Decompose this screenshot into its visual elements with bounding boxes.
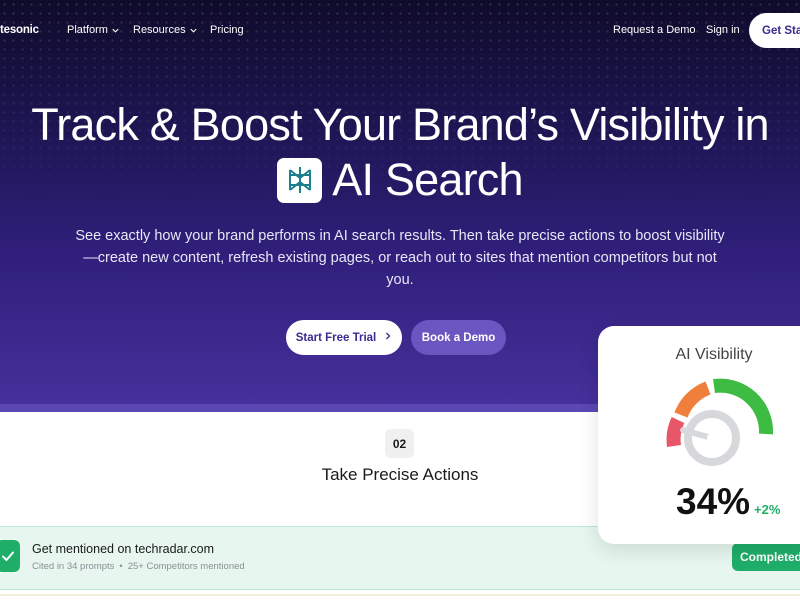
- nav-pricing[interactable]: Pricing: [210, 24, 244, 36]
- gauge-segment-mid: [674, 381, 711, 418]
- gauge-segment-low: [666, 417, 685, 447]
- nav-platform-label: Platform: [67, 24, 108, 36]
- competitors-mentioned: 25+ Competitors mentioned: [127, 561, 245, 572]
- start-free-trial-button[interactable]: Start Free Trial: [286, 320, 402, 355]
- hero-title-line-1: Track & Boost Your Brand’s Visibility in: [31, 99, 769, 150]
- ai-visibility-title: AI Visibility: [675, 346, 753, 363]
- gauge-hub: [707, 433, 717, 443]
- nav-resources-label: Resources: [133, 24, 186, 36]
- meta-separator: •: [119, 561, 123, 572]
- ai-visibility-value: 34%: [676, 481, 751, 522]
- chevron-right-icon: [384, 331, 392, 344]
- nav-platform[interactable]: Platform: [67, 24, 120, 36]
- brand-logo[interactable]: tesonic: [0, 24, 39, 36]
- chevron-down-icon: [189, 26, 198, 35]
- step-number-badge: 02: [385, 429, 414, 458]
- hero-title-ai-search: AI Search: [332, 154, 523, 205]
- perplexity-logo-icon: [277, 157, 323, 203]
- cited-count: Cited in 34 prompts: [32, 561, 115, 572]
- nav-request-demo[interactable]: Request a Demo: [613, 24, 696, 36]
- book-demo-button[interactable]: Book a Demo: [411, 320, 506, 355]
- hero-subtitle: See exactly how your brand performs in A…: [75, 228, 725, 288]
- action-meta: Cited in 34 prompts • 25+ Competitors me…: [32, 561, 245, 572]
- get-started-button[interactable]: Get Sta: [749, 13, 800, 48]
- nav-sign-in[interactable]: Sign in: [706, 24, 740, 36]
- start-free-trial-label: Start Free Trial: [295, 331, 377, 344]
- gauge-segment-high: [713, 378, 774, 435]
- nav-resources[interactable]: Resources: [133, 24, 198, 36]
- visibility-gauge: [666, 378, 774, 466]
- chevron-down-icon: [111, 26, 120, 35]
- action-title: Get mentioned on techradar.com: [32, 542, 215, 556]
- checkmark-icon: [0, 540, 20, 572]
- completed-status-badge: Completed: [732, 543, 800, 571]
- section-divider: [0, 594, 800, 596]
- ai-visibility-delta: +2%: [754, 502, 781, 517]
- top-navigation: tesonic Platform Resources Pricing Reque…: [0, 0, 800, 60]
- hero-title-line-2: AI Search: [0, 154, 800, 206]
